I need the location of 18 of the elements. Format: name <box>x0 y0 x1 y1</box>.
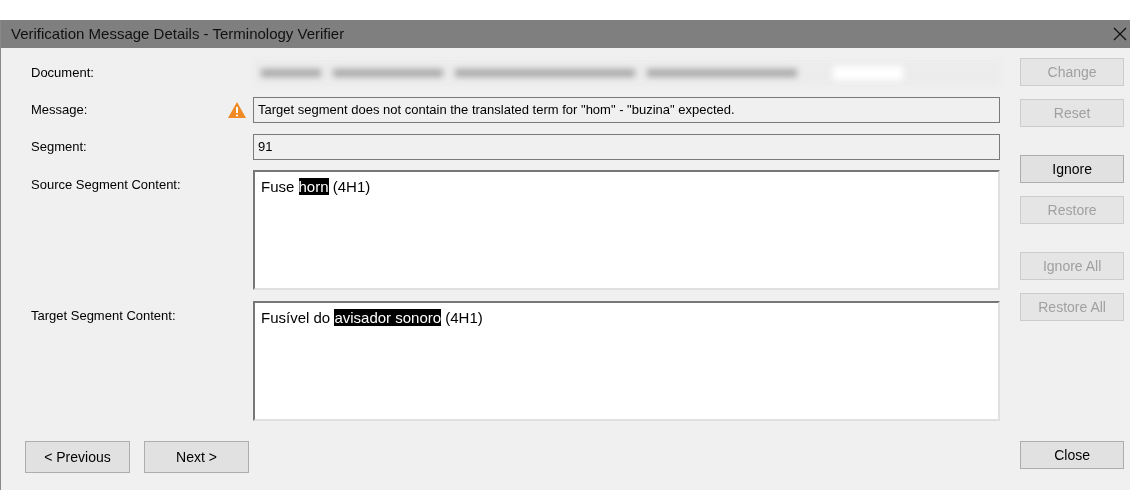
segment-field: 91 <box>253 134 1001 160</box>
segment-text: Fusível do avisador sonoro (4H1) <box>261 309 483 326</box>
field-label: Segment: <box>31 138 88 157</box>
dialog-button[interactable]: Next > <box>144 441 249 473</box>
segment-content-box[interactable]: Fuse horn (4H1) <box>253 170 1001 290</box>
dialog-button[interactable]: < Previous <box>25 441 130 473</box>
field-label: Source Segment Content: <box>31 176 182 194</box>
field-label: Target Segment Content: <box>31 307 177 325</box>
dialog-button[interactable]: Close <box>1020 441 1125 469</box>
close-icon[interactable] <box>1112 26 1128 42</box>
segment-content-box[interactable]: Fusível do avisador sonoro (4H1) <box>253 301 1001 421</box>
message-field: Target segment does not contain the translated term for "hom" - "buzina" expected. <box>253 97 1001 123</box>
warning-icon <box>227 101 247 119</box>
dialog-button[interactable]: Ignore <box>1020 155 1125 183</box>
field-label: Document: <box>31 64 95 83</box>
window-title: Verification Message Details - Terminology Verifier <box>11 23 345 44</box>
segment-text: Fuse horn (4H1) <box>261 178 371 195</box>
field-label: Message: <box>31 101 89 120</box>
